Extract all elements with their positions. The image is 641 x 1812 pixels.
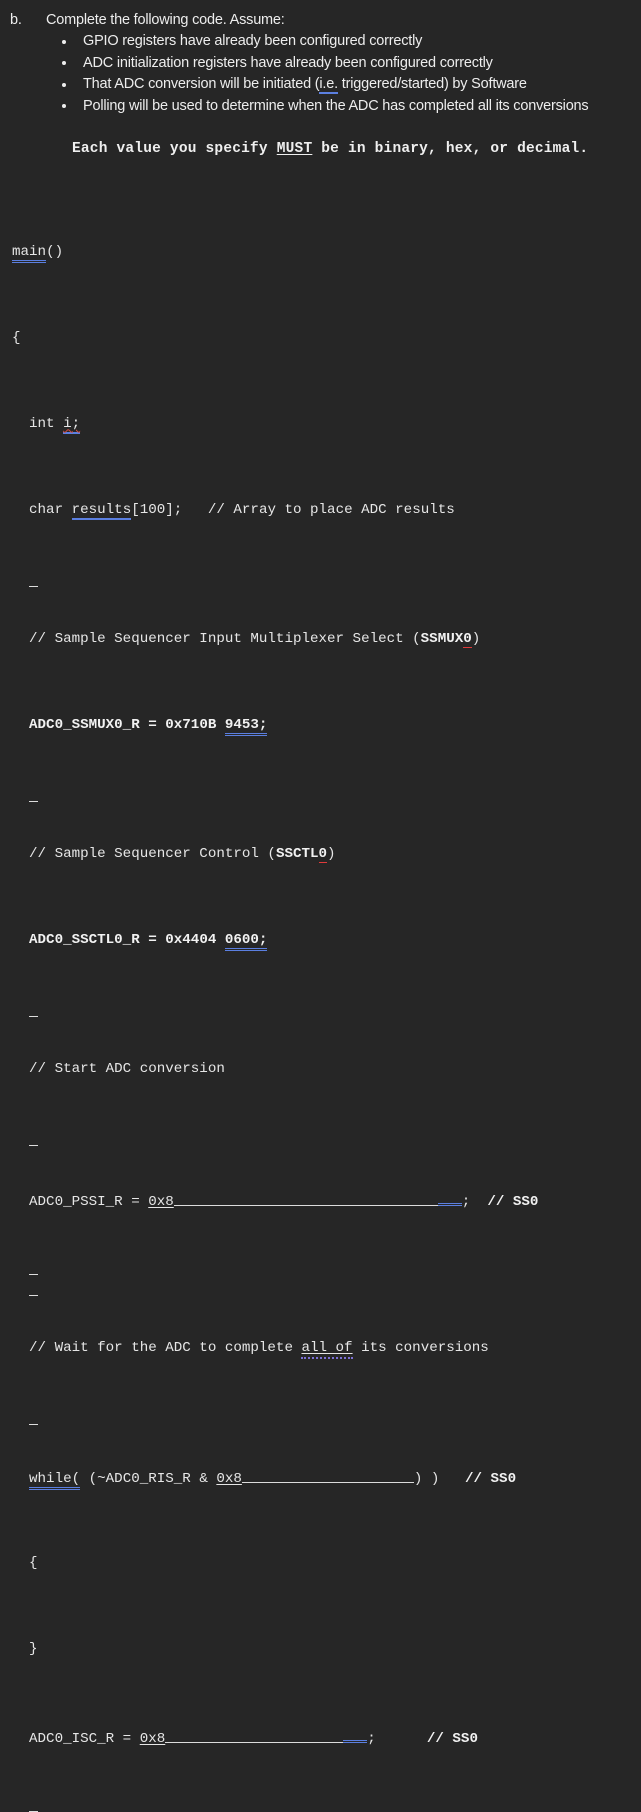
assumption-list: GPIO registers have already been configu… [12, 31, 629, 117]
bullet-dot-icon [62, 104, 66, 108]
must-emphasis: MUST [277, 141, 313, 157]
code-line-comment-ssctl: // Sample Sequencer Control (SSCTL0) [12, 844, 641, 866]
while-expression: (~ADC0_RIS_R & [80, 1471, 216, 1487]
pssi-semicolon: ; [462, 1194, 471, 1210]
assumption-text-4: Polling will be used to determine when t… [83, 98, 588, 114]
isc-register: ADC0_ISC_R = [29, 1731, 140, 1747]
code-line-spacer [29, 1790, 38, 1812]
comment-close-paren: ) [472, 631, 481, 647]
question-stem-text: Complete the following code. Assume: [46, 12, 285, 28]
isc-semicolon: ; [367, 1731, 376, 1747]
code-block: main() { int i; char results[100]; // Ar… [0, 177, 641, 1812]
ssctl-label: SSCTL [276, 846, 319, 862]
code-line-open-brace-main: { [12, 328, 641, 350]
list-item: ADC initialization registers have alread… [59, 53, 629, 75]
results-identifier: results [72, 502, 132, 520]
comment-start-conversion: // Start ADC conversion [29, 1061, 225, 1077]
main-parens: () [46, 244, 63, 260]
question-stem-line: b.Complete the following code. Assume: [20, 10, 629, 31]
ssmux-value-high: 0x710B [165, 717, 225, 733]
code-line-int-decl: int i; [12, 414, 641, 436]
code-line-comment-wait: // Wait for the ADC to complete all of i… [12, 1338, 641, 1360]
while-mask-value[interactable]: 0x8 [216, 1471, 242, 1487]
char-keyword: char [29, 502, 63, 518]
code-line-isc-assign[interactable]: ADC0_ISC_R = 0x8; // SS0 [12, 1725, 641, 1747]
answer-blank-while[interactable] [242, 1467, 414, 1483]
array-comment: // Array to place ADC results [208, 502, 455, 518]
code-line-spacer [29, 779, 38, 802]
code-line-spacer [29, 564, 38, 587]
grammar-marked-ie: i.e. [319, 76, 338, 94]
pssi-ss0-comment: // SS0 [487, 1194, 538, 1210]
ssctl-number: 0 [319, 846, 328, 863]
list-item: Polling will be used to determine when t… [59, 96, 629, 118]
assumption-text-3-post: triggered/started) by Software [338, 76, 527, 92]
code-line-spacer [29, 994, 38, 1017]
brace-open: { [29, 1555, 38, 1571]
code-line-comment-start: // Start ADC conversion [12, 1059, 641, 1081]
code-line-ssmux-assign[interactable]: ADC0_SSMUX0_R = 0x710B 9453; [12, 715, 641, 737]
assumption-text-3-pre: That ADC conversion will be initiated ( [83, 76, 319, 92]
isc-ss0-comment: // SS0 [427, 1731, 478, 1747]
comment-wait-post: its conversions [353, 1340, 489, 1356]
code-line-close-brace-while: } [12, 1639, 641, 1661]
ssctl-value-high: 0x4404 [165, 932, 225, 948]
while-ss0-comment: // SS0 [465, 1471, 516, 1487]
while-close-parens: ) ) [414, 1471, 440, 1487]
code-line-main-decl: main() [12, 242, 641, 264]
variable-i-decl: i; [63, 416, 80, 434]
pssi-register: ADC0_PSSI_R = [29, 1194, 148, 1210]
must-post: be in binary, hex, or decimal. [312, 141, 588, 157]
bullet-dot-icon [62, 40, 66, 44]
isc-semicolon-marked [343, 1725, 367, 1743]
code-line-spacer [29, 1252, 38, 1275]
code-line-open-brace-while: { [12, 1553, 641, 1575]
answer-blank-isc[interactable] [165, 1727, 343, 1743]
code-line-while[interactable]: while( (~ADC0_RIS_R & 0x8 ) ) // SS0 [12, 1467, 641, 1489]
while-keyword: while( [29, 1472, 80, 1490]
code-line-spacer [29, 1123, 38, 1146]
code-line-ssctl-assign[interactable]: ADC0_SSCTL0_R = 0x4404 0600; [12, 930, 641, 952]
code-line-pssi-assign[interactable]: ADC0_PSSI_R = 0x8; // SS0 [12, 1188, 641, 1210]
code-line-spacer [29, 1403, 38, 1426]
array-size: [100]; [131, 502, 182, 518]
ssctl-value-low: 0600; [225, 933, 268, 951]
code-line-spacer [29, 1274, 38, 1297]
pssi-semicolon-marked [438, 1188, 462, 1206]
ssmux-value-low: 9453; [225, 718, 268, 736]
comment-wait-pre: // Wait for the ADC to complete [29, 1340, 301, 1356]
comment-close-paren: ) [327, 846, 336, 862]
question-label: b. [20, 10, 46, 31]
answer-blank-pssi[interactable] [174, 1190, 438, 1206]
comment-ssmux-pre: // Sample Sequencer Input Multiplexer Se… [29, 631, 421, 647]
ssmux-number: 0 [463, 631, 472, 648]
ssctl-register: ADC0_SSCTL0_R = [29, 932, 165, 948]
must-statement: Each value you specify MUST be in binary… [12, 141, 629, 157]
isc-value[interactable]: 0x8 [140, 1731, 166, 1747]
code-line-char-decl: char results[100]; // Array to place ADC… [12, 500, 641, 522]
pssi-value[interactable]: 0x8 [148, 1194, 174, 1210]
list-item: That ADC conversion will be initiated (i… [59, 74, 629, 96]
question-prose: b.Complete the following code. Assume: G… [0, 0, 641, 157]
assumption-text-2: ADC initialization registers have alread… [83, 55, 493, 71]
bullet-dot-icon [62, 83, 66, 87]
comment-ssctl-pre: // Sample Sequencer Control ( [29, 846, 276, 862]
main-identifier: main [12, 245, 46, 263]
assumption-text-1: GPIO registers have already been configu… [83, 33, 422, 49]
ssmux-label: SSMUX [421, 631, 464, 647]
must-pre: Each value you specify [72, 141, 277, 157]
brace-close: } [29, 1641, 38, 1657]
bullet-dot-icon [62, 61, 66, 65]
list-item: GPIO registers have already been configu… [59, 31, 629, 53]
brace-open: { [12, 330, 21, 346]
code-line-comment-ssmux: // Sample Sequencer Input Multiplexer Se… [12, 629, 641, 651]
comment-wait-marked: all of [301, 1340, 352, 1359]
ssmux-register: ADC0_SSMUX0_R = [29, 717, 165, 733]
int-keyword: int [29, 416, 55, 432]
